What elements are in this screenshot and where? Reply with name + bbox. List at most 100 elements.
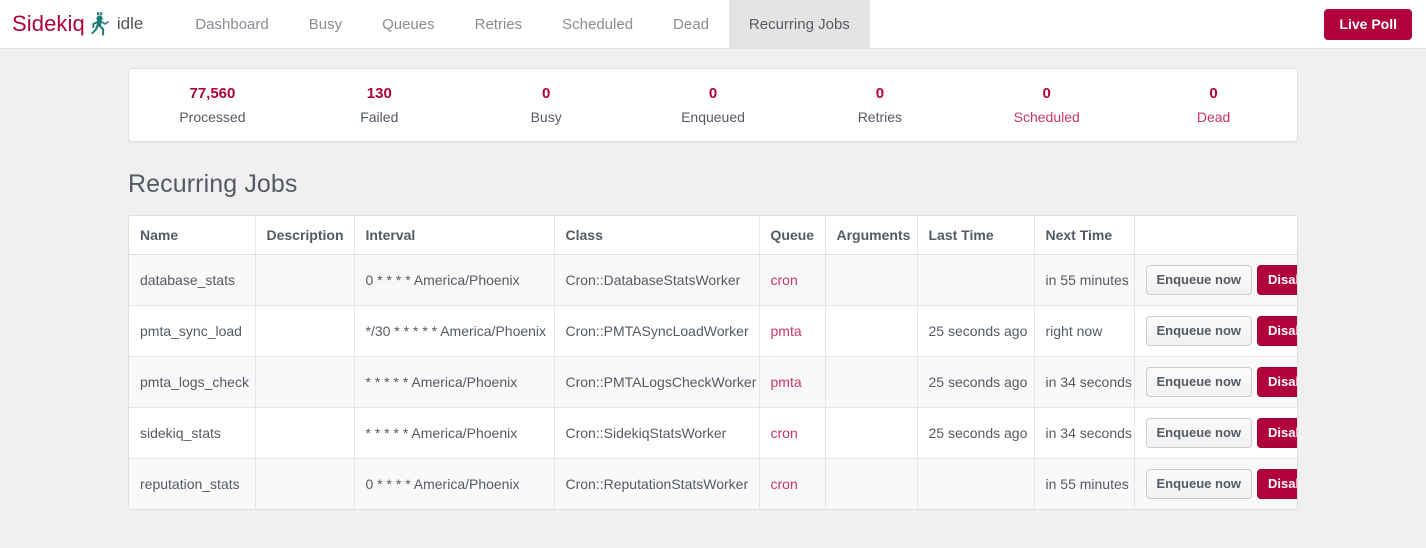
cell-description xyxy=(255,407,354,458)
nav-tab-dashboard[interactable]: Dashboard xyxy=(175,0,288,48)
cell-last-time xyxy=(917,458,1034,509)
nav-tab-recurring-jobs[interactable]: Recurring Jobs xyxy=(729,0,870,48)
stat-processed: 77,560 Processed xyxy=(129,83,296,128)
cell-arguments xyxy=(825,254,917,305)
column-header-queue: Queue xyxy=(759,216,825,255)
column-header-next-time: Next Time xyxy=(1034,216,1134,255)
cell-queue: pmta xyxy=(759,305,825,356)
stat-busy: 0 Busy xyxy=(463,83,630,128)
cell-last-time: 25 seconds ago xyxy=(917,305,1034,356)
cell-interval: */30 * * * * * America/Phoenix xyxy=(354,305,554,356)
stat-processed-label: Processed xyxy=(135,106,290,128)
cell-class: Cron::SidekiqStatsWorker xyxy=(554,407,759,458)
cell-last-time: 25 seconds ago xyxy=(917,356,1034,407)
stat-busy-label: Busy xyxy=(469,106,624,128)
brand-name: Sidekiq xyxy=(12,11,85,37)
cell-actions: Enqueue nowDisable xyxy=(1134,254,1298,305)
table-row: reputation_stats 0 * * * * America/Phoen… xyxy=(129,458,1298,509)
disable-button[interactable]: Disable xyxy=(1257,265,1298,295)
stat-failed-label: Failed xyxy=(302,106,457,128)
primary-nav: Dashboard Busy Queues Retries Scheduled … xyxy=(175,0,869,48)
column-header-last-time: Last Time xyxy=(917,216,1034,255)
stat-failed: 130 Failed xyxy=(296,83,463,128)
stat-scheduled[interactable]: 0 Scheduled xyxy=(963,83,1130,128)
page-title: Recurring Jobs xyxy=(128,170,1298,199)
nav-tab-busy[interactable]: Busy xyxy=(289,0,362,48)
disable-button[interactable]: Disable xyxy=(1257,418,1298,448)
enqueue-now-button[interactable]: Enqueue now xyxy=(1146,367,1253,397)
cell-interval: * * * * * America/Phoenix xyxy=(354,356,554,407)
cell-arguments xyxy=(825,458,917,509)
cell-next-time: right now xyxy=(1034,305,1134,356)
queue-link[interactable]: cron xyxy=(771,272,798,288)
cell-arguments xyxy=(825,407,917,458)
recurring-jobs-table: Name Description Interval Class Queue Ar… xyxy=(129,216,1298,509)
cell-arguments xyxy=(825,305,917,356)
cell-interval: 0 * * * * America/Phoenix xyxy=(354,458,554,509)
table-row: sidekiq_stats * * * * * America/Phoenix … xyxy=(129,407,1298,458)
cell-last-time: 25 seconds ago xyxy=(917,407,1034,458)
disable-button[interactable]: Disable xyxy=(1257,316,1298,346)
cell-actions: Enqueue nowDisable xyxy=(1134,305,1298,356)
cell-job-name: pmta_sync_load xyxy=(129,305,255,356)
stat-scheduled-label[interactable]: Scheduled xyxy=(969,106,1124,128)
queue-link[interactable]: pmta xyxy=(771,323,802,339)
column-header-name: Name xyxy=(129,216,255,255)
stat-dead[interactable]: 0 Dead xyxy=(1130,83,1297,128)
cell-actions: Enqueue nowDisable xyxy=(1134,407,1298,458)
nav-tab-scheduled[interactable]: Scheduled xyxy=(542,0,653,48)
cell-queue: cron xyxy=(759,407,825,458)
sidekiq-running-man-logo-icon xyxy=(91,12,109,36)
stat-failed-count: 130 xyxy=(302,83,457,106)
stat-enqueued-count: 0 xyxy=(636,83,791,106)
live-poll-button[interactable]: Live Poll xyxy=(1324,9,1412,40)
column-header-actions xyxy=(1134,216,1298,255)
enqueue-now-button[interactable]: Enqueue now xyxy=(1146,265,1253,295)
stats-summary-bar: 77,560 Processed 130 Failed 0 Busy 0 Enq… xyxy=(128,68,1298,142)
cell-job-name: pmta_logs_check xyxy=(129,356,255,407)
queue-link[interactable]: cron xyxy=(771,425,798,441)
nav-tab-retries[interactable]: Retries xyxy=(455,0,543,48)
stat-enqueued-label: Enqueued xyxy=(636,106,791,128)
table-body: database_stats 0 * * * * America/Phoenix… xyxy=(129,254,1298,509)
cell-next-time: in 55 minutes xyxy=(1034,254,1134,305)
stat-dead-count: 0 xyxy=(1136,83,1291,106)
enqueue-now-button[interactable]: Enqueue now xyxy=(1146,469,1253,499)
stat-dead-label[interactable]: Dead xyxy=(1136,106,1291,128)
cell-description xyxy=(255,305,354,356)
nav-tab-queues[interactable]: Queues xyxy=(362,0,455,48)
stat-processed-count: 77,560 xyxy=(135,83,290,106)
cell-description xyxy=(255,356,354,407)
cell-interval: 0 * * * * America/Phoenix xyxy=(354,254,554,305)
cell-arguments xyxy=(825,356,917,407)
enqueue-now-button[interactable]: Enqueue now xyxy=(1146,418,1253,448)
stat-scheduled-count: 0 xyxy=(969,83,1124,106)
table-row: pmta_logs_check * * * * * America/Phoeni… xyxy=(129,356,1298,407)
stat-retries-count: 0 xyxy=(802,83,957,106)
column-header-description: Description xyxy=(255,216,354,255)
top-navbar: Sidekiq idle Dashboard Busy Queues Retri… xyxy=(0,0,1426,49)
column-header-interval: Interval xyxy=(354,216,554,255)
cell-job-name: reputation_stats xyxy=(129,458,255,509)
table-header-row: Name Description Interval Class Queue Ar… xyxy=(129,216,1298,255)
column-header-class: Class xyxy=(554,216,759,255)
stat-busy-count: 0 xyxy=(469,83,624,106)
stat-retries-label: Retries xyxy=(802,106,957,128)
disable-button[interactable]: Disable xyxy=(1257,367,1298,397)
queue-link[interactable]: pmta xyxy=(771,374,802,390)
cell-next-time: in 55 minutes xyxy=(1034,458,1134,509)
cell-next-time: in 34 seconds xyxy=(1034,356,1134,407)
disable-button[interactable]: Disable xyxy=(1257,469,1298,499)
brand-home-link[interactable]: Sidekiq idle xyxy=(0,0,147,48)
page-container: 77,560 Processed 130 Failed 0 Busy 0 Enq… xyxy=(128,49,1298,510)
cell-queue: cron xyxy=(759,254,825,305)
cell-interval: * * * * * America/Phoenix xyxy=(354,407,554,458)
cell-next-time: in 34 seconds xyxy=(1034,407,1134,458)
nav-tab-dead[interactable]: Dead xyxy=(653,0,729,48)
cell-description xyxy=(255,458,354,509)
cell-class: Cron::ReputationStatsWorker xyxy=(554,458,759,509)
cell-description xyxy=(255,254,354,305)
queue-link[interactable]: cron xyxy=(771,476,798,492)
enqueue-now-button[interactable]: Enqueue now xyxy=(1146,316,1253,346)
cell-queue: pmta xyxy=(759,356,825,407)
